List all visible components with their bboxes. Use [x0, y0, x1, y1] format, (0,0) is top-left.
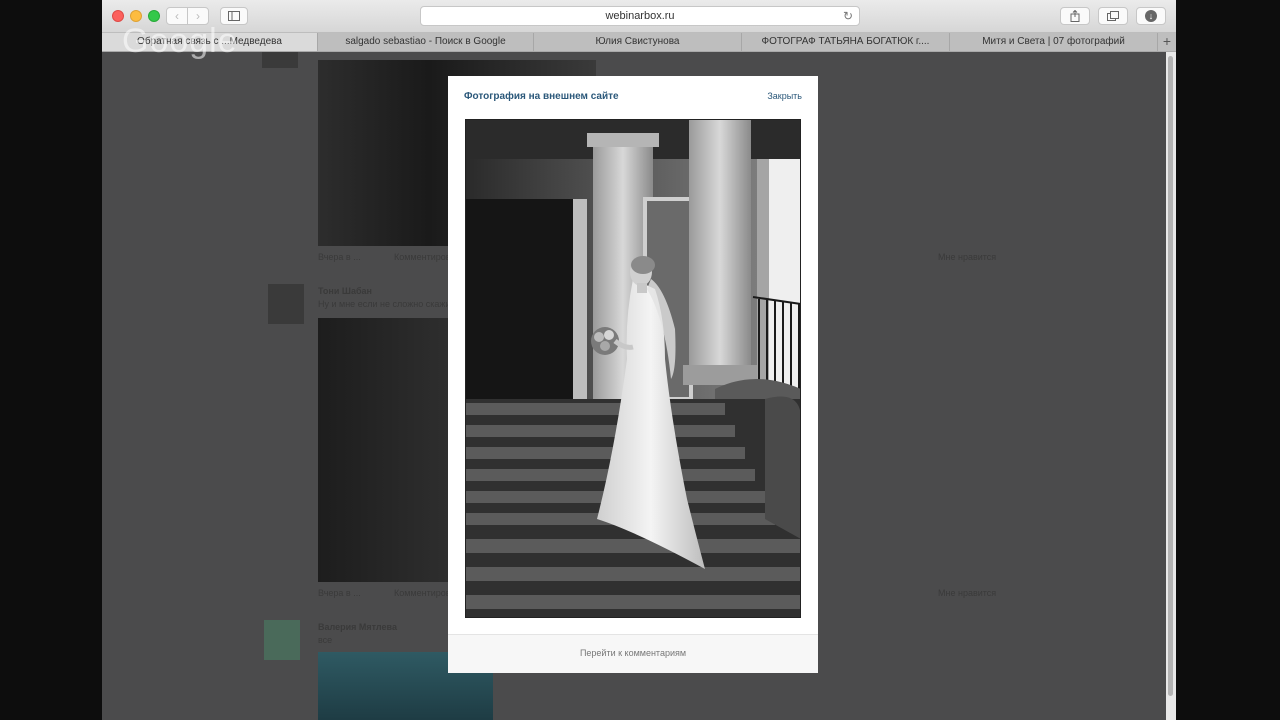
wedding-photo — [465, 119, 801, 618]
post-date[interactable]: Вчера в ... — [318, 252, 361, 262]
close-window-button[interactable] — [112, 10, 124, 22]
post-text: все — [318, 635, 333, 645]
url-text: webinarbox.ru — [605, 10, 675, 22]
tab-label: ФОТОГРАФ ТАТЬЯНА БОГАТЮК г.... — [761, 36, 930, 47]
close-button[interactable]: Закрыть — [767, 91, 802, 101]
tab-bar: Обратная связь с ...Медведева salgado se… — [102, 33, 1176, 52]
google-watermark: Google — [122, 22, 238, 60]
bride-on-stairs-image — [465, 119, 801, 618]
share-icon — [1070, 10, 1080, 22]
chevron-right-icon: › — [196, 9, 200, 23]
avatar[interactable] — [268, 284, 304, 324]
chevron-left-icon: ‹ — [175, 9, 179, 23]
post-author[interactable]: Валерия Мятлева — [318, 622, 397, 632]
dialog-footer: Перейти к комментариям — [448, 634, 818, 673]
minimize-window-button[interactable] — [130, 10, 142, 22]
post-author[interactable]: Тони Шабан — [318, 286, 372, 296]
vertical-scrollbar[interactable] — [1166, 52, 1176, 720]
external-photo-dialog: Фотография на внешнем сайте Закрыть Пере… — [448, 76, 818, 673]
show-tabs-button[interactable] — [1098, 7, 1128, 25]
scroll-thumb[interactable] — [1168, 56, 1173, 696]
title-bar: ‹ › webinarbox.ru ↻ ↓ — [102, 0, 1176, 33]
tab-google-search[interactable]: salgado sebastiao - Поиск в Google — [318, 33, 534, 51]
tab-bogatyuk[interactable]: ФОТОГРАФ ТАТЬЯНА БОГАТЮК г.... — [742, 33, 950, 51]
address-bar[interactable]: webinarbox.ru ↻ — [420, 6, 860, 26]
plus-icon: + — [1162, 33, 1172, 49]
tab-mitya-sveta[interactable]: Митя и Света | 07 фотографий — [950, 33, 1158, 51]
avatar — [262, 52, 298, 68]
tabs-overview-icon — [1107, 11, 1119, 21]
avatar[interactable] — [264, 620, 300, 660]
tab-label: Митя и Света | 07 фотографий — [982, 36, 1125, 47]
page-content: Вчера в ... Комментировать Мне нравится … — [102, 52, 1166, 720]
go-to-comments-link[interactable]: Перейти к комментариям — [580, 648, 686, 658]
like-button[interactable]: Мне нравится — [938, 588, 996, 598]
reload-icon[interactable]: ↻ — [843, 7, 853, 25]
tab-label: Юлия Свистунова — [595, 36, 680, 47]
like-button[interactable]: Мне нравится — [938, 252, 996, 262]
tab-svistunova[interactable]: Юлия Свистунова — [534, 33, 742, 51]
sidebar-icon — [228, 11, 240, 21]
zoom-window-button[interactable] — [148, 10, 160, 22]
browser-window: ‹ › webinarbox.ru ↻ ↓ Обратная связь с .… — [102, 0, 1176, 720]
downloads-button[interactable]: ↓ — [1136, 7, 1166, 25]
download-icon: ↓ — [1145, 10, 1157, 22]
new-tab-button[interactable]: + — [1158, 33, 1176, 51]
share-button[interactable] — [1060, 7, 1090, 25]
dialog-title: Фотография на внешнем сайте — [464, 91, 619, 102]
post-date[interactable]: Вчера в ... — [318, 588, 361, 598]
post-text: Ну и мне если не сложно скажи... — [318, 299, 458, 309]
tab-label: salgado sebastiao - Поиск в Google — [345, 36, 506, 47]
